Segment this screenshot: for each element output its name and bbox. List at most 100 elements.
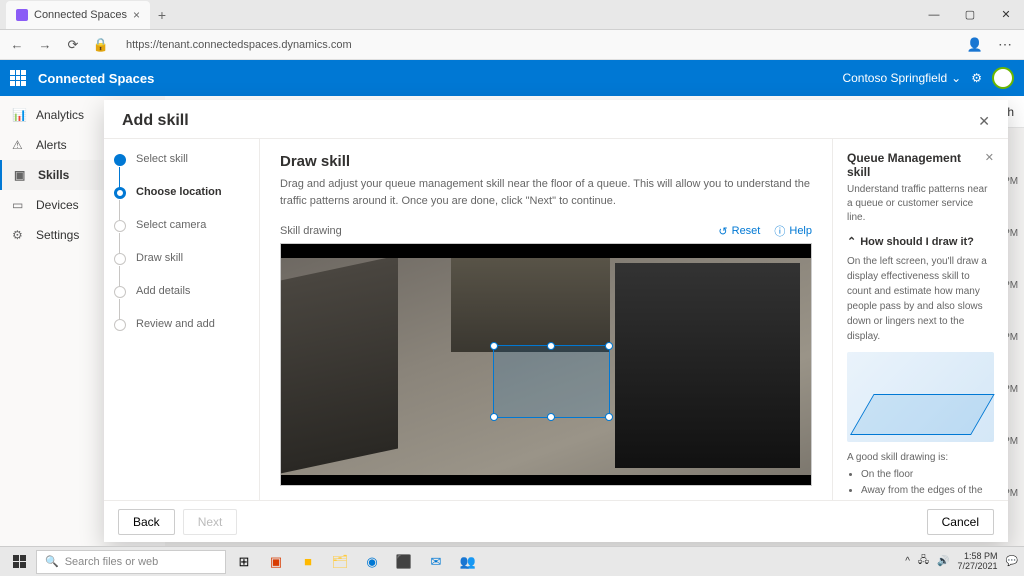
edge-icon[interactable]: ◉ (358, 549, 386, 575)
lock-icon: 🔒 (92, 36, 110, 54)
camera-canvas[interactable] (280, 243, 812, 486)
reload-button[interactable]: ⟳ (64, 36, 82, 54)
skills-icon: ▣ (14, 168, 28, 182)
taskbar-search[interactable]: 🔍 Search files or web (36, 550, 226, 574)
modal-main-content: Draw skill Drag and adjust your queue ma… (259, 139, 833, 500)
search-placeholder: Search files or web (65, 556, 159, 568)
new-tab-button[interactable]: + (150, 7, 174, 23)
tab-close-icon[interactable]: × (133, 8, 140, 22)
browser-tab-strip: Connected Spaces × + — ▢ ✕ (0, 0, 1024, 30)
step-label: Add details (136, 285, 190, 297)
network-icon[interactable]: 🖧 (918, 553, 929, 570)
cancel-button[interactable]: Cancel (927, 509, 994, 535)
step-select-camera: Select camera (114, 219, 249, 252)
app-title: Connected Spaces (38, 71, 154, 86)
task-view-icon[interactable]: ⊞ (230, 549, 258, 575)
start-button[interactable] (6, 549, 32, 575)
resize-handle[interactable] (605, 342, 613, 350)
settings-icon[interactable]: ⚙ (971, 71, 982, 85)
skill-zone-selection[interactable] (493, 345, 610, 417)
step-add-details: Add details (114, 285, 249, 318)
step-label: Review and add (136, 318, 215, 330)
minimize-button[interactable]: — (916, 0, 952, 30)
add-skill-modal: Add skill ✕ Select skill Choose location… (104, 100, 1008, 542)
help-list-item: Away from the edges of the camera view (861, 483, 994, 500)
system-tray: ^ 🖧 🔊 1:58 PM 7/27/2021 💬 (905, 552, 1018, 572)
tenant-name: Contoso Springfield (842, 71, 947, 85)
forward-button[interactable]: → (36, 36, 54, 54)
step-label: Select camera (136, 219, 206, 231)
content-heading: Draw skill (280, 153, 812, 170)
window-controls: — ▢ ✕ (916, 0, 1024, 30)
resize-handle[interactable] (605, 413, 613, 421)
step-label: Draw skill (136, 252, 183, 264)
help-panel-close-icon[interactable]: ✕ (985, 151, 994, 164)
back-button[interactable]: Back (118, 509, 175, 535)
app-launcher-icon[interactable] (10, 70, 26, 86)
browser-tab[interactable]: Connected Spaces × (6, 1, 150, 29)
maximize-button[interactable]: ▢ (952, 0, 988, 30)
help-illustration (847, 352, 994, 442)
help-panel-title: Queue Management skill (847, 151, 985, 179)
step-choose-location[interactable]: Choose location (114, 186, 249, 219)
reset-button[interactable]: ↺Reset (718, 223, 760, 239)
content-description: Drag and adjust your queue management sk… (280, 176, 812, 209)
tenant-selector[interactable]: Contoso Springfield ⌄ (842, 71, 961, 85)
taskbar-clock[interactable]: 1:58 PM 7/27/2021 (958, 552, 998, 572)
profile-icon[interactable]: 👤 (966, 36, 984, 54)
help-section-body: On the left screen, you'll draw a displa… (847, 254, 994, 344)
resize-handle[interactable] (547, 413, 555, 421)
modal-close-icon[interactable]: ✕ (978, 113, 990, 130)
sidebar-item-label: Analytics (36, 108, 84, 122)
volume-icon[interactable]: 🔊 (937, 556, 949, 567)
teams-icon[interactable]: 👥 (454, 549, 482, 575)
chevron-up-icon: ⌃ (847, 235, 856, 248)
step-label: Select skill (136, 153, 188, 165)
alerts-icon: ⚠ (12, 138, 26, 152)
devices-icon: ▭ (12, 198, 26, 212)
help-list-item: On the floor (861, 467, 994, 483)
taskbar-app-icon[interactable]: ▣ (262, 549, 290, 575)
browser-menu-button[interactable]: ⋯ (994, 36, 1016, 53)
address-bar: ← → ⟳ 🔒 https://tenant.connectedspaces.d… (0, 30, 1024, 60)
avatar[interactable] (992, 67, 1014, 89)
help-icon: ⓘ (774, 223, 785, 239)
taskbar-app-icon[interactable]: ⬛ (390, 549, 418, 575)
notifications-icon[interactable]: 💬 (1006, 556, 1018, 567)
help-list: On the floor Away from the edges of the … (847, 467, 994, 500)
analytics-icon: 📊 (12, 108, 26, 122)
gear-icon: ⚙ (12, 228, 26, 242)
sidebar-item-label: Skills (38, 168, 69, 182)
skill-drawing-label: Skill drawing (280, 225, 342, 237)
close-window-button[interactable]: ✕ (988, 0, 1024, 30)
modal-title: Add skill (122, 112, 189, 130)
windows-taskbar: 🔍 Search files or web ⊞ ▣ ■ 🗂 ◉ ⬛ ✉ 👥 ^ … (0, 546, 1024, 576)
help-list-title: A good skill drawing is: (847, 452, 994, 463)
help-panel: Queue Management skill ✕ Understand traf… (833, 139, 1008, 500)
url-field[interactable]: https://tenant.connectedspaces.dynamics.… (120, 36, 956, 54)
sidebar-item-label: Settings (36, 228, 79, 242)
app-header: Connected Spaces Contoso Springfield ⌄ ⚙ (0, 60, 1024, 96)
sidebar-item-label: Alerts (36, 138, 67, 152)
chevron-down-icon: ⌄ (951, 71, 961, 85)
tray-chevron-icon[interactable]: ^ (905, 556, 910, 567)
step-select-skill[interactable]: Select skill (114, 153, 249, 186)
back-button[interactable]: ← (8, 36, 26, 54)
sidebar-item-label: Devices (36, 198, 79, 212)
resize-handle[interactable] (490, 342, 498, 350)
help-button[interactable]: ⓘHelp (774, 223, 812, 239)
resize-handle[interactable] (490, 413, 498, 421)
search-icon: 🔍 (45, 555, 59, 568)
help-panel-subtitle: Understand traffic patterns near a queue… (847, 183, 994, 225)
tab-title: Connected Spaces (34, 9, 127, 21)
wizard-stepper: Select skill Choose location Select came… (104, 139, 259, 500)
help-section-toggle[interactable]: ⌃ How should I draw it? (847, 235, 994, 248)
step-label: Choose location (136, 186, 222, 198)
modal-header: Add skill ✕ (104, 100, 1008, 138)
resize-handle[interactable] (547, 342, 555, 350)
file-explorer-icon[interactable]: 🗂 (326, 549, 354, 575)
next-button: Next (183, 509, 238, 535)
step-review-add: Review and add (114, 318, 249, 331)
taskbar-app-icon[interactable]: ■ (294, 549, 322, 575)
outlook-icon[interactable]: ✉ (422, 549, 450, 575)
